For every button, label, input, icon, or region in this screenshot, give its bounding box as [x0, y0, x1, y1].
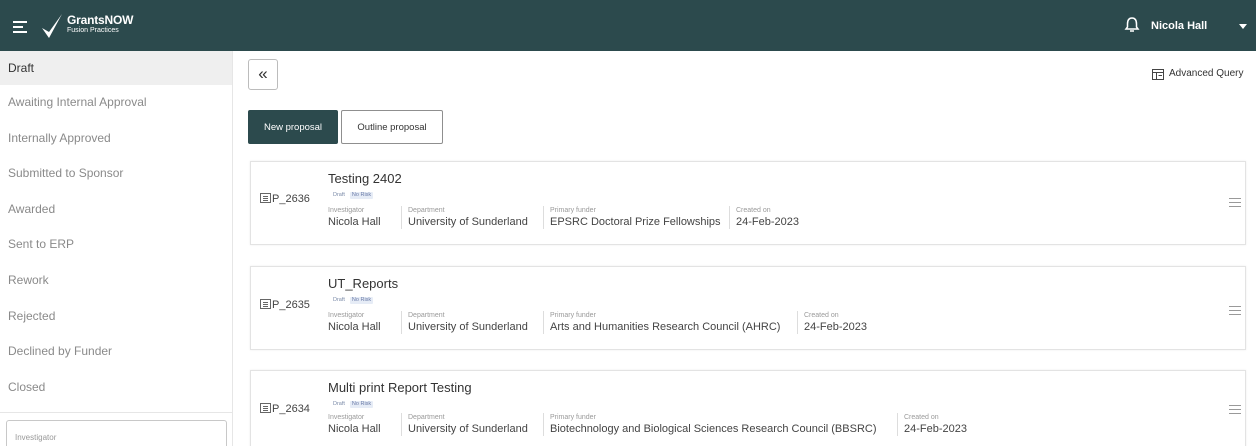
created-on-label: Created on — [804, 312, 839, 319]
document-icon — [260, 193, 271, 203]
card-menu-icon[interactable] — [1229, 198, 1241, 207]
created-on-value: 24-Feb-2023 — [804, 321, 867, 333]
investigator-field: Investigator Nicola Hall — [328, 413, 381, 436]
created-on-field: Created on 24-Feb-2023 — [897, 413, 967, 436]
department-value: University of Sunderland — [408, 423, 528, 435]
bell-icon[interactable] — [1124, 16, 1140, 34]
investigator-value: Nicola Hall — [328, 216, 381, 228]
proposal-id: P_2635 — [260, 299, 310, 311]
proposal-id-text: P_2636 — [272, 193, 310, 205]
investigator-value: Nicola Hall — [328, 321, 381, 333]
sidebar-item-submitted-to-sponsor[interactable]: Submitted to Sponsor — [0, 156, 232, 192]
primary-funder-field: Primary funder Arts and Humanities Resea… — [543, 311, 780, 334]
department-label: Department — [408, 207, 445, 214]
created-on-value: 24-Feb-2023 — [736, 216, 799, 228]
document-icon — [260, 403, 271, 413]
primary-funder-value: Arts and Humanities Research Council (AH… — [550, 321, 781, 333]
proposal-id-text: P_2635 — [272, 299, 310, 311]
status-badge: Draft — [333, 192, 345, 198]
sidebar-item-rejected[interactable]: Rejected — [0, 299, 232, 335]
outline-proposal-button[interactable]: Outline proposal — [341, 110, 443, 144]
advanced-query-icon — [1152, 69, 1164, 80]
user-menu[interactable]: Nicola Hall — [1151, 20, 1207, 32]
department-field: Department University of Sunderland — [401, 206, 528, 229]
investigator-label: Investigator — [328, 414, 365, 421]
status-badge: Draft — [333, 401, 345, 407]
investigator-label: Investigator — [328, 312, 365, 319]
proposal-title[interactable]: Testing 2402 — [328, 171, 402, 186]
advanced-query-link[interactable]: Advanced Query — [1152, 68, 1244, 80]
sidebar-item-rework[interactable]: Rework — [0, 263, 232, 299]
logo-icon — [42, 14, 62, 38]
department-field: Department University of Sunderland — [401, 413, 528, 436]
sidebar-item-draft[interactable]: Draft — [0, 51, 232, 85]
sidebar-item-awarded[interactable]: Awarded — [0, 192, 232, 228]
primary-funder-label: Primary funder — [550, 207, 596, 214]
primary-funder-label: Primary funder — [550, 312, 596, 319]
department-label: Department — [408, 414, 445, 421]
sidebar-item-sent-to-erp[interactable]: Sent to ERP — [0, 227, 232, 263]
sidebar-item-declined-by-funder[interactable]: Declined by Funder — [0, 334, 232, 370]
proposal-id-text: P_2634 — [272, 403, 310, 415]
sidebar-item-internally-approved[interactable]: Internally Approved — [0, 121, 232, 157]
investigator-filter-input[interactable]: Investigator — [6, 420, 227, 446]
document-icon — [260, 299, 271, 309]
status-badges: Draft No Risk — [331, 401, 376, 408]
department-label: Department — [408, 312, 445, 319]
sidebar-item-closed[interactable]: Closed — [0, 370, 232, 406]
proposal-title[interactable]: UT_Reports — [328, 276, 398, 291]
investigator-value: Nicola Hall — [328, 423, 381, 435]
primary-funder-label: Primary funder — [550, 414, 596, 421]
department-value: University of Sunderland — [408, 321, 528, 333]
card-menu-icon[interactable] — [1229, 306, 1241, 315]
department-field: Department University of Sunderland — [401, 311, 528, 334]
risk-badge: No Risk — [349, 297, 374, 304]
proposal-card[interactable]: P_2636 Testing 2402 Draft No Risk Investi… — [250, 161, 1246, 245]
created-on-field: Created on 24-Feb-2023 — [729, 206, 799, 229]
primary-funder-field: Primary funder EPSRC Doctoral Prize Fell… — [543, 206, 721, 229]
created-on-field: Created on 24-Feb-2023 — [797, 311, 867, 334]
advanced-query-label: Advanced Query — [1169, 68, 1244, 79]
new-proposal-button[interactable]: New proposal — [248, 110, 338, 144]
status-badges: Draft No Risk — [331, 192, 376, 199]
proposal-id: P_2634 — [260, 403, 310, 415]
top-bar: GrantsNOW Fusion Practices Nicola Hall — [0, 0, 1256, 51]
proposal-card[interactable]: P_2635 UT_Reports Draft No Risk Investiga… — [250, 266, 1246, 350]
primary-funder-field: Primary funder Biotechnology and Biologi… — [543, 413, 877, 436]
primary-funder-value: EPSRC Doctoral Prize Fellowships — [550, 216, 721, 228]
sidebar-item-awaiting-internal-approval[interactable]: Awaiting Internal Approval — [0, 85, 232, 121]
collapse-sidebar-button[interactable]: « — [248, 59, 278, 90]
created-on-value: 24-Feb-2023 — [904, 423, 967, 435]
investigator-filter-label: Investigator — [15, 433, 57, 442]
proposal-card[interactable]: P_2634 Multi print Report Testing Draft N… — [250, 370, 1246, 446]
proposal-title[interactable]: Multi print Report Testing — [328, 380, 472, 395]
sidebar-divider — [0, 412, 232, 413]
created-on-label: Created on — [736, 207, 771, 214]
primary-funder-value: Biotechnology and Biological Sciences Re… — [550, 423, 877, 435]
risk-badge: No Risk — [349, 401, 374, 408]
investigator-field: Investigator Nicola Hall — [328, 206, 381, 229]
logo-title: GrantsNOW — [67, 13, 134, 27]
status-sidebar: Draft Awaiting Internal Approval Interna… — [0, 51, 233, 446]
investigator-field: Investigator Nicola Hall — [328, 311, 381, 334]
caret-down-icon[interactable] — [1239, 24, 1247, 29]
logo-subtitle: Fusion Practices — [67, 27, 119, 34]
card-menu-icon[interactable] — [1229, 405, 1241, 414]
status-badge: Draft — [333, 297, 345, 303]
menu-icon[interactable] — [13, 21, 27, 33]
status-badges: Draft No Risk — [331, 297, 376, 304]
investigator-label: Investigator — [328, 207, 365, 214]
proposal-id: P_2636 — [260, 193, 310, 205]
risk-badge: No Risk — [349, 192, 374, 199]
department-value: University of Sunderland — [408, 216, 528, 228]
created-on-label: Created on — [904, 414, 939, 421]
